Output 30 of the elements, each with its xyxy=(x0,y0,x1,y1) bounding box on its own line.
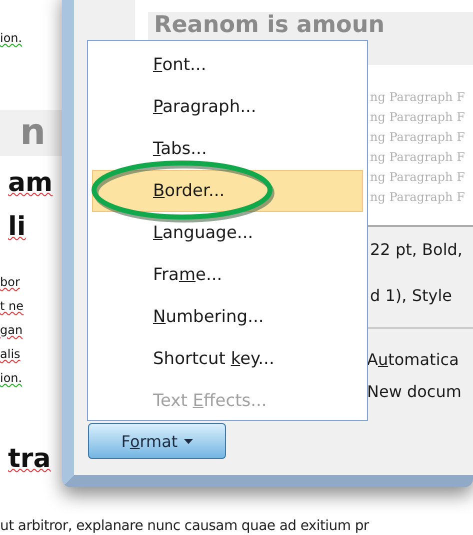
menu-item[interactable]: Language... xyxy=(92,212,363,254)
preview-text: ng Paragraph F xyxy=(370,89,466,106)
document-text: li xyxy=(7,211,26,244)
preview-text: ng Paragraph F xyxy=(370,149,466,166)
menu-item[interactable]: Frame... xyxy=(92,254,363,296)
menu-item[interactable]: Paragraph... xyxy=(92,86,363,128)
menu-item[interactable]: Border... xyxy=(92,170,363,212)
preview-text: ng Paragraph F xyxy=(370,129,466,146)
document-text: alis xyxy=(0,346,20,362)
preview-text: ng Paragraph F xyxy=(370,189,466,206)
document-text: tra xyxy=(7,443,51,476)
option-label: Automatica xyxy=(367,349,460,371)
menu-item[interactable]: Numbering... xyxy=(92,296,363,338)
document-text: ion. xyxy=(0,370,22,386)
style-description: 22 pt, Bold, xyxy=(370,239,464,261)
menu-item[interactable]: Tabs... xyxy=(92,128,363,170)
format-button[interactable]: Format xyxy=(88,423,226,459)
document-text: am xyxy=(7,167,53,200)
document-text: n xyxy=(0,110,62,156)
menu-item[interactable]: Shortcut key... xyxy=(92,338,363,380)
caret-icon xyxy=(184,438,193,444)
preview-text: ng Paragraph F xyxy=(370,109,466,126)
document-text: gan xyxy=(0,322,23,338)
preview-text: ng Paragraph F xyxy=(370,169,466,186)
style-description: d 1), Style xyxy=(370,285,454,307)
option-label: New docum xyxy=(367,381,462,403)
document-text: bor xyxy=(0,274,20,290)
document-text: ut arbitror, explanare nunc causam quae ad exitium pr xyxy=(0,518,369,534)
document-text: t ne xyxy=(0,298,24,314)
document-text: ion. xyxy=(0,30,22,46)
